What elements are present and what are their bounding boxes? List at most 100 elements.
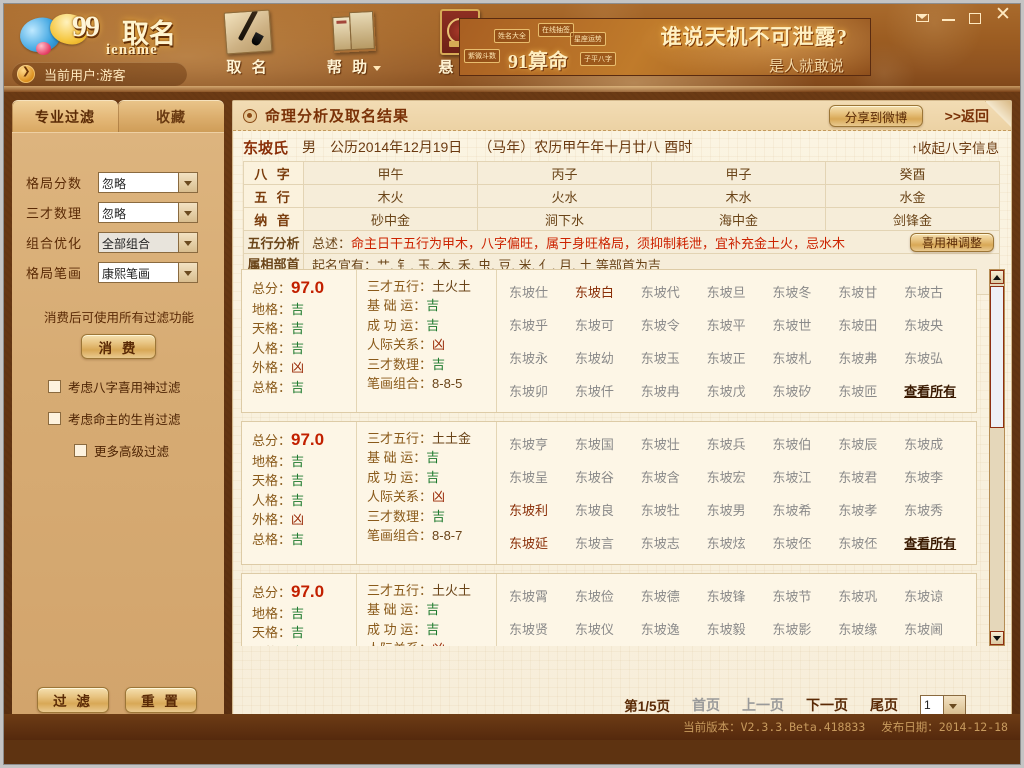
name-candidate[interactable]: 东坡白 xyxy=(575,276,641,309)
name-candidate[interactable]: 东坡永 xyxy=(509,342,575,375)
name-candidate[interactable]: 东坡毅 xyxy=(707,613,773,646)
name-candidate[interactable]: 东坡戊 xyxy=(707,375,773,408)
collapse-bazi-link[interactable]: ↑收起八字信息 xyxy=(911,137,999,157)
name-candidate[interactable]: 东坡乎 xyxy=(509,309,575,342)
name-candidate[interactable]: 东坡国 xyxy=(575,428,641,461)
name-candidate[interactable]: 东坡延 xyxy=(509,527,575,560)
name-candidate[interactable]: 东坡甘 xyxy=(838,276,904,309)
name-candidate[interactable]: 东坡君 xyxy=(838,461,904,494)
name-candidate[interactable]: 东坡志 xyxy=(641,527,707,560)
minimize-icon[interactable] xyxy=(940,10,958,26)
checkbox-advanced[interactable] xyxy=(74,444,87,457)
name-candidate[interactable]: 东坡男 xyxy=(707,494,773,527)
checkbox-row-xiyongshen[interactable]: 考虑八字喜用神过滤 xyxy=(48,377,181,396)
sancai-math-select[interactable]: 忽略 xyxy=(98,201,198,223)
name-candidate[interactable]: 东坡影 xyxy=(772,613,838,646)
name-candidate[interactable]: 东坡德 xyxy=(641,580,707,613)
pattern-score-select[interactable]: 忽略 xyxy=(98,171,198,193)
name-candidate[interactable]: 东坡江 xyxy=(772,461,838,494)
name-candidate[interactable]: 东坡玉 xyxy=(641,342,707,375)
close-icon[interactable]: ✕ xyxy=(994,5,1012,26)
name-candidate[interactable]: 东坡田 xyxy=(838,309,904,342)
chevron-down-icon[interactable] xyxy=(178,262,197,282)
prev-page-link[interactable]: 上一页 xyxy=(742,695,784,715)
scroll-down-icon[interactable] xyxy=(990,631,1004,645)
name-candidate[interactable]: 东坡缘 xyxy=(838,613,904,646)
name-candidate[interactable]: 东坡仟 xyxy=(575,375,641,408)
name-candidate[interactable]: 东坡令 xyxy=(641,309,707,342)
name-candidate[interactable]: 东坡弘 xyxy=(904,342,970,375)
chevron-down-icon[interactable] xyxy=(942,695,965,715)
name-candidate[interactable]: 东坡俭 xyxy=(575,580,641,613)
tab-professional-filter[interactable]: 专业过滤 xyxy=(12,100,118,132)
results-scrollbar[interactable] xyxy=(989,269,1005,646)
reset-button[interactable]: 重 置 xyxy=(125,687,197,713)
name-candidate[interactable]: 东坡亨 xyxy=(509,428,575,461)
tab-favorites[interactable]: 收藏 xyxy=(118,100,224,132)
name-candidate[interactable]: 东坡正 xyxy=(707,342,773,375)
name-candidate[interactable]: 东坡贤 xyxy=(509,613,575,646)
checkbox-zodiac[interactable] xyxy=(48,412,61,425)
name-candidate[interactable]: 东坡霄 xyxy=(509,580,575,613)
chevron-down-icon[interactable] xyxy=(178,202,197,222)
view-all-link[interactable]: 查看所有 xyxy=(904,527,970,560)
name-candidate[interactable]: 东坡伯 xyxy=(772,428,838,461)
name-candidate[interactable]: 东坡兵 xyxy=(707,428,773,461)
maximize-icon[interactable] xyxy=(967,10,985,26)
name-candidate[interactable]: 东坡希 xyxy=(772,494,838,527)
chevron-down-icon[interactable] xyxy=(178,232,197,252)
name-candidate[interactable]: 东坡仕 xyxy=(509,276,575,309)
name-candidate[interactable]: 东坡矽 xyxy=(772,375,838,408)
next-page-link[interactable]: 下一页 xyxy=(806,695,848,715)
name-candidate[interactable]: 东坡央 xyxy=(904,309,970,342)
name-candidate[interactable]: 东坡利 xyxy=(509,494,575,527)
current-user-bar[interactable]: 当前用户:游客 xyxy=(12,62,187,86)
back-link[interactable]: >>返回 xyxy=(945,106,989,126)
name-candidate[interactable]: 东坡伾 xyxy=(838,527,904,560)
name-candidate[interactable]: 东坡成 xyxy=(904,428,970,461)
name-candidate[interactable]: 东坡李 xyxy=(904,461,970,494)
name-candidate[interactable]: 东坡平 xyxy=(707,309,773,342)
name-candidate[interactable]: 东坡可 xyxy=(575,309,641,342)
name-candidate[interactable]: 东坡巩 xyxy=(838,580,904,613)
consume-button[interactable]: 消 费 xyxy=(81,334,156,359)
name-candidate[interactable]: 东坡言 xyxy=(575,527,641,560)
name-candidate[interactable]: 东坡牡 xyxy=(641,494,707,527)
ad-banner[interactable]: 谁说天机不可泄露? 是人就敢说 91算命91.life 姓名大全 在线抽签 星座… xyxy=(459,18,871,76)
xiyongshen-adjust-button[interactable]: 喜用神调整 xyxy=(910,233,994,252)
nav-item-naming[interactable]: 取 名 xyxy=(209,8,287,88)
name-candidate[interactable]: 东坡秀 xyxy=(904,494,970,527)
name-candidate[interactable]: 东坡辰 xyxy=(838,428,904,461)
name-candidate[interactable]: 东坡含 xyxy=(641,461,707,494)
name-candidate[interactable]: 东坡卯 xyxy=(509,375,575,408)
nav-item-help[interactable]: 帮 助 xyxy=(315,8,393,88)
filter-button[interactable]: 过 滤 xyxy=(37,687,109,713)
name-candidate[interactable]: 东坡孝 xyxy=(838,494,904,527)
name-candidate[interactable]: 东坡冉 xyxy=(641,375,707,408)
name-candidate[interactable]: 东坡呈 xyxy=(509,461,575,494)
name-candidate[interactable]: 东坡仪 xyxy=(575,613,641,646)
name-candidate[interactable]: 东坡伾 xyxy=(772,527,838,560)
chevron-down-icon[interactable] xyxy=(178,172,197,192)
name-candidate[interactable]: 东坡阃 xyxy=(904,613,970,646)
name-candidate[interactable]: 东坡旦 xyxy=(707,276,773,309)
name-candidate[interactable]: 东坡冬 xyxy=(772,276,838,309)
view-all-link[interactable]: 查看所有 xyxy=(904,375,970,408)
name-candidate[interactable]: 东坡古 xyxy=(904,276,970,309)
name-candidate[interactable]: 东坡宏 xyxy=(707,461,773,494)
scroll-up-icon[interactable] xyxy=(990,270,1004,284)
name-candidate[interactable]: 东坡谅 xyxy=(904,580,970,613)
name-candidate[interactable]: 东坡匝 xyxy=(838,375,904,408)
name-candidate[interactable]: 东坡谷 xyxy=(575,461,641,494)
pattern-strokes-select[interactable]: 康熙笔画 xyxy=(98,261,198,283)
checkbox-xiyongshen[interactable] xyxy=(48,380,61,393)
name-candidate[interactable]: 东坡弗 xyxy=(838,342,904,375)
name-candidate[interactable]: 东坡代 xyxy=(641,276,707,309)
name-candidate[interactable]: 东坡札 xyxy=(772,342,838,375)
checkbox-row-zodiac[interactable]: 考虑命主的生肖过滤 xyxy=(48,409,181,428)
scrollbar-thumb[interactable] xyxy=(990,286,1004,428)
first-page-link[interactable]: 首页 xyxy=(692,695,720,715)
name-candidate[interactable]: 东坡世 xyxy=(772,309,838,342)
combination-optimize-select[interactable]: 全部组合 xyxy=(98,231,198,253)
name-candidate[interactable]: 东坡节 xyxy=(772,580,838,613)
